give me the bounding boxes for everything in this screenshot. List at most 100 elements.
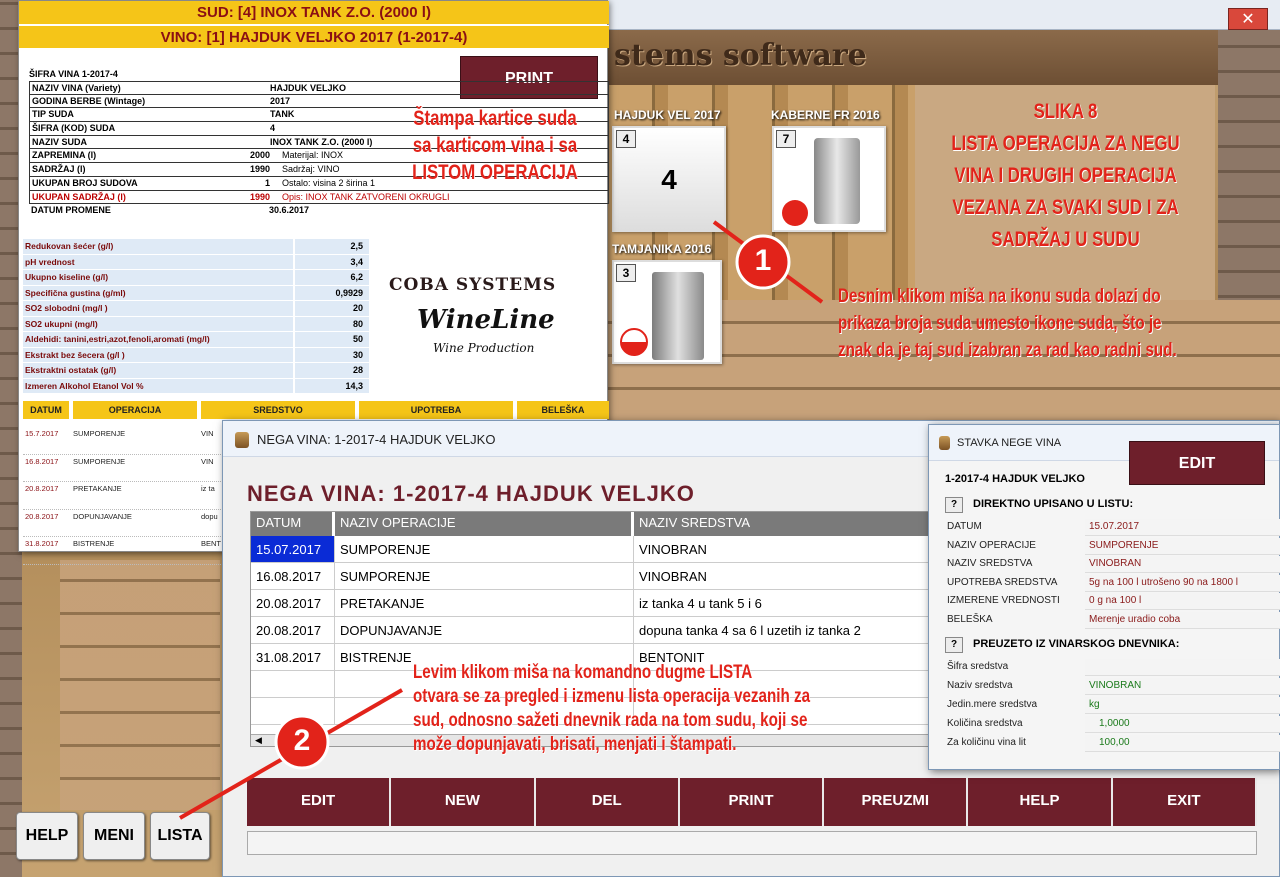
grid-cell-date[interactable]: 20.08.2017 [251, 590, 335, 617]
analysis-value: 30 [352, 349, 363, 360]
note1-line: Desnim klikom miša na ikonu suda dolazi … [838, 286, 1161, 307]
nega-edit-button[interactable]: EDIT [247, 778, 392, 826]
grid-cell-sredstvo[interactable]: VINOBRAN [634, 536, 949, 563]
help-q-button[interactable]: ? [945, 497, 963, 513]
stavka-field: IZMERENE VREDNOSTI 0 g na 100 l [945, 593, 1280, 612]
help-button[interactable]: HELP [16, 812, 78, 860]
analysis-sep [293, 378, 295, 393]
analysis-value: 2,5 [350, 241, 363, 251]
grid-cell-date[interactable]: 16.08.2017 [251, 563, 335, 590]
report-ops-row: 20.8.2017 PRETAKANJE iz ta [23, 482, 233, 510]
slika-annotation: SLIKA 8 LISTA OPERACIJA ZA NEGU VINA I D… [948, 96, 1184, 256]
field-value[interactable]: 0 g na 100 l [1085, 593, 1280, 610]
tile-kaberne[interactable]: 7 [772, 126, 886, 232]
tile-number: 4 [616, 130, 636, 148]
stavka-edit-button[interactable]: EDIT [1129, 441, 1265, 485]
slika-line: SADRŽAJ U SUDU [991, 228, 1140, 251]
analysis-label: SO2 ukupni (mg/l) [25, 318, 98, 329]
analysis-label: Ekstraktni ostatak (g/l) [25, 365, 117, 375]
grid-cell-sredstvo[interactable]: VINOBRAN [634, 563, 949, 590]
grid-cell-date[interactable]: 20.08.2017 [251, 617, 335, 644]
grid-row[interactable]: 16.08.2017 SUMPORENJE VINOBRAN [251, 563, 949, 590]
tile-hajduk[interactable]: 4 4 [612, 126, 726, 232]
grid-cell-date[interactable]: 31.08.2017 [251, 644, 335, 671]
analysis-sep [293, 316, 295, 331]
field-value[interactable]: 15.07.2017 [1085, 519, 1280, 536]
field-value[interactable]: 1,0000 [1085, 716, 1280, 733]
analysis-value: 0,9929 [335, 287, 363, 298]
nega-exit-button[interactable]: EXIT [1112, 778, 1257, 826]
analysis-sep [293, 239, 295, 254]
grid-cell-op[interactable]: DOPUNJAVANJE [335, 617, 634, 644]
stavka-field: Naziv sredstva VINOBRAN [945, 678, 1280, 697]
info-value: 2000 [249, 150, 270, 161]
nega-preuzmi-button[interactable]: PREUZMI [824, 778, 969, 826]
info-value: TANK [270, 109, 295, 120]
field-value[interactable]: Merenje uradio coba [1085, 611, 1280, 629]
info-value: HAJDUK VELJKO [270, 83, 347, 93]
slika-line: VINA I DRUGIH OPERACIJA [954, 164, 1177, 187]
grid-row[interactable]: 20.08.2017 PRETAKANJE iz tanka 4 u tank 5 … [251, 590, 949, 617]
tile-tamjanika[interactable]: 3 [612, 260, 722, 364]
grid-cell-sredstvo[interactable]: dopuna tanka 4 sa 6 l uzetih iz tanka 2 [634, 617, 949, 644]
nega-del-button[interactable]: DEL [535, 778, 680, 826]
ops-op: PRETAKANJE [73, 484, 122, 493]
report-ops-row: 15.7.2017 SUMPORENJE VIN [23, 427, 233, 455]
field-value[interactable]: 5g na 100 l utrošeno 90 na 1800 l [1085, 574, 1280, 592]
help-q-button[interactable]: ? [945, 637, 963, 653]
grid-col-operacija[interactable]: NAZIV OPERACIJE [335, 512, 632, 536]
field-value[interactable]: VINOBRAN [1085, 678, 1280, 695]
nega-help-button[interactable]: HELP [968, 778, 1113, 826]
note1-line: prikaza broja suda umesto ikone suda, št… [838, 313, 1162, 334]
nega-print-button[interactable]: PRINT [679, 778, 825, 826]
info-extra: Sadržaj: VINO [282, 164, 340, 175]
ops-date: 15.7.2017 [25, 429, 59, 438]
meni-button[interactable]: MENI [83, 812, 145, 860]
slika-title: SLIKA 8 [1033, 100, 1098, 123]
nega-button-bar: EDIT NEW DEL PRINT PREUZMI HELP EXIT [247, 778, 1257, 826]
grid-col-sredstvo[interactable]: NAZIV SREDSTVA [634, 512, 949, 536]
analysis-sep [293, 270, 295, 285]
tile-number: 3 [616, 264, 636, 282]
tile-label-kaberne: KABERNE FR 2016 [771, 108, 880, 122]
stavka-subtitle: 1-2017-4 HAJDUK VELJKO [945, 473, 1085, 485]
grid-cell-op[interactable]: SUMPORENJE [335, 536, 634, 563]
info-label: NAZIV VINA (Variety) [32, 83, 121, 93]
barrel-icon [939, 436, 950, 450]
field-value[interactable]: VINOBRAN [1085, 556, 1280, 573]
report-sifra: ŠIFRA VINA 1-2017-4 [29, 69, 118, 79]
report-ops-rows: 15.7.2017 SUMPORENJE VIN 16.8.2017 SUMPORENJ… [23, 427, 233, 565]
grid-cell-sredstvo[interactable]: iz tanka 4 u tank 5 i 6 [634, 590, 949, 617]
field-value[interactable] [1085, 659, 1280, 676]
info-extra: Materijal: INOX [282, 150, 344, 161]
grid-row[interactable]: 20.08.2017 DOPUNJAVANJE dopuna tanka 4 sa … [251, 617, 949, 644]
lista-button[interactable]: LISTA [150, 812, 210, 860]
ops-op: DOPUNJAVANJE [73, 511, 132, 521]
nega-new-button[interactable]: NEW [391, 778, 536, 826]
analysis-label: Specifična gustina (g/ml) [25, 287, 126, 298]
main-close-button[interactable]: ✕ [1228, 8, 1268, 30]
scroll-left-icon[interactable]: ◀ [255, 735, 262, 746]
field-value[interactable]: kg [1085, 697, 1280, 714]
col-sredstvo: SREDSTVO [201, 401, 355, 419]
report-info-row: DATUM PROMENE 30.6.2017 [29, 204, 609, 218]
field-value[interactable]: 100,00 [1085, 735, 1280, 752]
report-info-row: UKUPAN SADRŽAJ (l) 1990 Opis: INOX TANK ZA… [29, 190, 609, 205]
analysis-sep [293, 347, 295, 362]
analysis-label: Aldehidi: tanini,estri,azot,fenoli,aroma… [25, 334, 210, 344]
grid-col-datum[interactable]: DATUM [251, 512, 333, 536]
grid-cell-date[interactable] [251, 698, 335, 725]
logo-tagline: Wine Production [433, 341, 535, 355]
analysis-label: Ekstrakt bez šecera (g/l ) [25, 349, 125, 360]
grid-cell-op[interactable]: PRETAKANJE [335, 590, 634, 617]
grid-row[interactable]: 15.07.2017 SUMPORENJE VINOBRAN [251, 536, 949, 563]
analysis-row: Specifična gustina (g/ml) 0,9929 [23, 285, 369, 301]
grid-cell-date[interactable]: 15.07.2017 [251, 536, 335, 563]
tile-label-tamjanika: TAMJANIKA 2016 [612, 242, 712, 256]
grid-cell-op[interactable]: SUMPORENJE [335, 563, 634, 590]
field-value[interactable]: SUMPORENJE [1085, 537, 1280, 555]
analysis-value: 28 [352, 365, 363, 375]
grid-cell-date[interactable] [251, 671, 335, 698]
note2: Levim klikom miša na komandno dugme LIST… [413, 661, 973, 757]
report-ops-row: 16.8.2017 SUMPORENJE VIN [23, 455, 233, 482]
